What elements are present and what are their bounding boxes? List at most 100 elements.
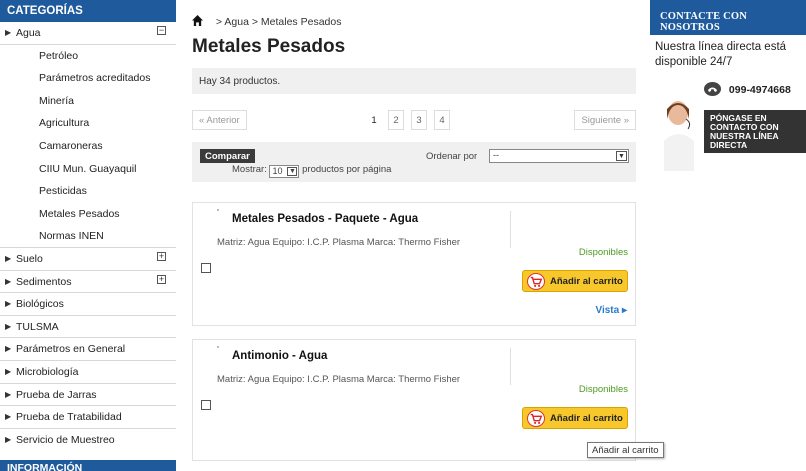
sidebar-item-servicio-muestreo[interactable]: ▶ Servicio de Muestreo <box>0 429 176 452</box>
per-page-value: 10 <box>272 166 283 176</box>
product-card: Metales Pesados - Paquete - Agua Matriz:… <box>192 202 636 326</box>
sidebar-item-sedimentos[interactable]: ▶ Sedimentos + <box>0 271 176 294</box>
arrow-right-icon: ▶ <box>5 389 12 399</box>
sidebar-item-prueba-tratabilidad[interactable]: ▶ Prueba de Tratabilidad <box>0 406 176 429</box>
dropdown-arrow-icon: ▼ <box>287 167 298 176</box>
sidebar-subitem-pesticidas[interactable]: Pesticidas <box>0 180 176 203</box>
sidebar-item-label: Prueba de Jarras <box>16 388 97 401</box>
add-to-cart-label: Añadir al carrito <box>550 276 623 287</box>
contact-panel: CONTACTE CON NOSOTROS Nuestra línea dire… <box>650 0 806 471</box>
sidebar-subitem-metales-pesados[interactable]: Metales Pesados <box>0 203 176 226</box>
contact-cta-banner[interactable]: PÓNGASE EN CONTACTO CON NUESTRA LÍNEA DI… <box>704 110 806 153</box>
contact-heading: CONTACTE CON NOSOTROS <box>650 0 806 35</box>
order-by-select[interactable]: -- ▼ <box>489 149 629 163</box>
sidebar-item-label: Parámetros en General <box>16 343 126 356</box>
categories-heading: CATEGORÍAS <box>0 0 176 22</box>
product-name[interactable]: Antimonio - Agua <box>232 350 327 362</box>
dropdown-arrow-icon: ▼ <box>616 151 627 161</box>
contact-text: Nuestra línea directa está disponible 24… <box>655 41 787 68</box>
page-2-link[interactable]: 2 <box>388 110 404 130</box>
main-content: > Agua > Metales Pesados Metales Pesados… <box>192 0 636 471</box>
sidebar-subitem-parametros-acreditados[interactable]: Parámetros acreditados <box>0 67 176 90</box>
add-to-cart-button[interactable]: Añadir al carrito <box>522 407 628 429</box>
breadcrumb-current: Metales Pesados <box>260 16 342 28</box>
availability-status: Disponibles <box>578 384 628 395</box>
sidebar-item-label: Biológicos <box>16 298 64 311</box>
order-by-label: Ordenar por <box>426 151 478 162</box>
sidebar-subitem-mineria[interactable]: Minería <box>0 90 176 113</box>
arrow-right-icon: ▶ <box>5 299 12 309</box>
per-page-label: productos por página <box>302 164 392 175</box>
expand-icon[interactable]: + <box>157 251 166 261</box>
sidebar-item-label: Sedimentos <box>16 275 72 288</box>
page-3-link[interactable]: 3 <box>411 110 427 130</box>
cart-icon <box>527 273 545 290</box>
sidebar-subitem-ciiu[interactable]: CIIU Mun. Guayaquil <box>0 158 176 181</box>
sidebar-item-label: TULSMA <box>16 320 59 333</box>
arrow-right-icon: ▶ <box>5 28 12 37</box>
sidebar-item-label: Agua <box>16 27 41 39</box>
next-page-button[interactable]: Siguiente » <box>574 110 636 130</box>
view-link[interactable]: Vista ▸ <box>595 305 627 316</box>
category-sidebar: CATEGORÍAS ▶ Agua − Petróleo Parámetros … <box>0 0 176 471</box>
phone-number: 099-4974668 <box>728 84 791 96</box>
sidebar-item-label: Prueba de Tratabilidad <box>16 411 122 424</box>
arrow-right-icon: ▶ <box>5 366 12 376</box>
per-page-control: Mostrar: 10 ▼ productos por página <box>232 164 391 178</box>
previous-page-button[interactable]: « Anterior <box>192 110 247 130</box>
breadcrumb-link-agua[interactable]: Agua <box>224 16 249 28</box>
per-page-select[interactable]: 10 ▼ <box>269 165 300 178</box>
add-to-cart-label: Añadir al carrito <box>550 413 623 424</box>
sidebar-item-tulsma[interactable]: ▶ TULSMA <box>0 316 176 339</box>
arrow-right-icon: ▶ <box>5 321 12 331</box>
order-by-value: -- <box>493 150 499 160</box>
add-to-cart-button[interactable]: Añadir al carrito <box>522 270 628 292</box>
availability-status: Disponibles <box>578 247 628 258</box>
product-name[interactable]: Metales Pesados - Paquete - Agua <box>232 213 418 225</box>
arrow-right-icon: ▶ <box>5 253 12 263</box>
sidebar-subitem-camaroneras[interactable]: Camaroneras <box>0 135 176 158</box>
support-agent-image <box>664 101 694 171</box>
page-4-link[interactable]: 4 <box>434 110 450 130</box>
sidebar-item-parametros-general[interactable]: ▶ Parámetros en General <box>0 338 176 361</box>
sidebar-subitem-petroleo[interactable]: Petróleo <box>0 45 176 68</box>
product-description: Matriz: Agua Equipo: I.C.P. Plasma Marca… <box>217 237 461 248</box>
sidebar-item-suelo[interactable]: ▶ Suelo + <box>0 248 176 271</box>
compare-checkbox[interactable] <box>201 263 211 273</box>
information-heading: INFORMACIÓN <box>0 460 176 471</box>
expand-icon[interactable]: + <box>157 274 166 284</box>
compare-checkbox[interactable] <box>201 400 211 410</box>
product-thumbnail[interactable] <box>217 346 219 348</box>
sidebar-item-label: Suelo <box>16 252 43 265</box>
collapse-icon[interactable]: − <box>157 26 166 35</box>
contact-phone: 099-4974668 <box>704 82 791 96</box>
sidebar-item-agua[interactable]: ▶ Agua − <box>0 22 176 45</box>
sidebar-subitem-normas-inen[interactable]: Normas INEN <box>0 225 176 248</box>
product-card: Antimonio - Agua Matriz: Agua Equipo: I.… <box>192 339 636 461</box>
product-count-bar: Hay 34 productos. <box>192 68 636 94</box>
cart-icon <box>527 410 545 427</box>
sidebar-item-label: Microbiología <box>16 365 79 378</box>
arrow-right-icon: ▶ <box>5 276 12 286</box>
arrow-right-icon: ▶ <box>5 344 12 354</box>
compare-button[interactable]: Comparar <box>200 149 255 163</box>
home-icon[interactable] <box>192 15 203 26</box>
breadcrumb: > Agua > Metales Pesados <box>192 15 341 28</box>
sidebar-item-label: Servicio de Muestreo <box>16 433 115 446</box>
page-1-link[interactable]: 1 <box>366 110 382 130</box>
page-title: Metales Pesados <box>192 36 346 57</box>
sidebar-item-prueba-jarras[interactable]: ▶ Prueba de Jarras <box>0 384 176 407</box>
product-count: Hay 34 productos. <box>199 76 281 87</box>
divider <box>510 211 511 248</box>
sidebar-item-biologicos[interactable]: ▶ Biológicos <box>0 293 176 316</box>
arrow-right-icon: ▶ <box>5 412 12 422</box>
sidebar-item-microbiologia[interactable]: ▶ Microbiología <box>0 361 176 384</box>
show-label: Mostrar: <box>232 164 267 175</box>
phone-icon <box>704 82 721 96</box>
breadcrumb-separator: > <box>215 16 223 28</box>
arrow-right-icon: ▶ <box>5 434 12 444</box>
pagination: « Anterior 1 2 3 4 Siguiente » <box>192 110 636 132</box>
product-thumbnail[interactable] <box>217 209 219 211</box>
sidebar-subitem-agricultura[interactable]: Agricultura <box>0 112 176 135</box>
product-description: Matriz: Agua Equipo: I.C.P. Plasma Marca… <box>217 374 461 385</box>
